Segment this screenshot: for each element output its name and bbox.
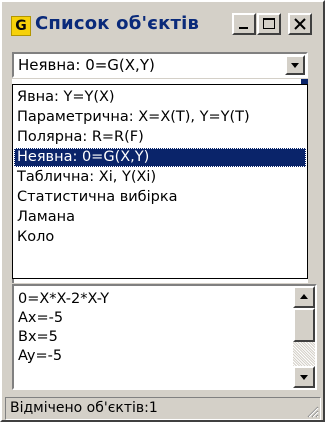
dropdown-option[interactable]: Статистична вибірка [14,188,306,207]
vertical-scrollbar[interactable] [293,286,315,388]
arrow-down-icon [300,375,308,380]
status-bar: Відмічено об'єктів:1 [5,397,321,420]
dropdown-option[interactable]: Коло [14,228,306,247]
close-button[interactable] [288,13,312,35]
detail-line[interactable]: Ay=-5 [18,347,62,366]
curve-type-select[interactable]: Неявна: 0=G(X,Y) [12,52,308,78]
minimize-icon [239,27,248,29]
curve-type-dropdown-list[interactable]: Явна: Y=Y(X) Параметрична: X=X(T), Y=Y(T… [12,84,308,279]
dropdown-button[interactable] [285,55,305,75]
chevron-down-icon [291,63,299,68]
window-title: Список об'єктів [35,13,200,34]
scroll-thumb[interactable] [293,308,315,342]
app-icon: G [11,16,31,36]
dropdown-option[interactable]: Ламана [14,208,306,227]
maximize-button[interactable] [257,13,281,35]
object-list-window: G Список об'єктів Неявна: 0=G(X,Y) Явна:… [0,0,325,422]
maximize-icon [263,18,275,29]
dropdown-option-selected[interactable]: Неявна: 0=G(X,Y) [14,148,306,167]
selected-count-status: Відмічено об'єктів:1 [10,400,158,416]
minimize-button[interactable] [232,13,256,35]
arrow-up-icon [300,294,308,299]
dropdown-option[interactable]: Параметрична: X=X(T), Y=Y(T) [14,108,306,127]
object-details-list[interactable]: 0=X*X-2*X-Y Ax=-5 Bx=5 Ay=-5 [12,284,317,390]
detail-line[interactable]: Ax=-5 [18,309,63,328]
close-icon [294,18,306,30]
scroll-down-button[interactable] [293,366,315,388]
title-bar[interactable]: G Список об'єктів [5,5,321,43]
scroll-track[interactable] [293,342,315,366]
dropdown-option[interactable]: Таблична: Xi, Y(Xi) [14,168,306,187]
resize-grip-icon[interactable] [305,404,319,418]
detail-line[interactable]: 0=X*X-2*X-Y [18,290,109,309]
object-list-panel-edge [12,279,308,283]
detail-line[interactable]: Bx=5 [18,328,58,347]
dropdown-option[interactable]: Явна: Y=Y(X) [14,88,306,107]
curve-type-value: Неявна: 0=G(X,Y) [18,56,155,74]
scroll-up-button[interactable] [293,286,315,308]
dropdown-option[interactable]: Полярна: R=R(F) [14,128,306,147]
